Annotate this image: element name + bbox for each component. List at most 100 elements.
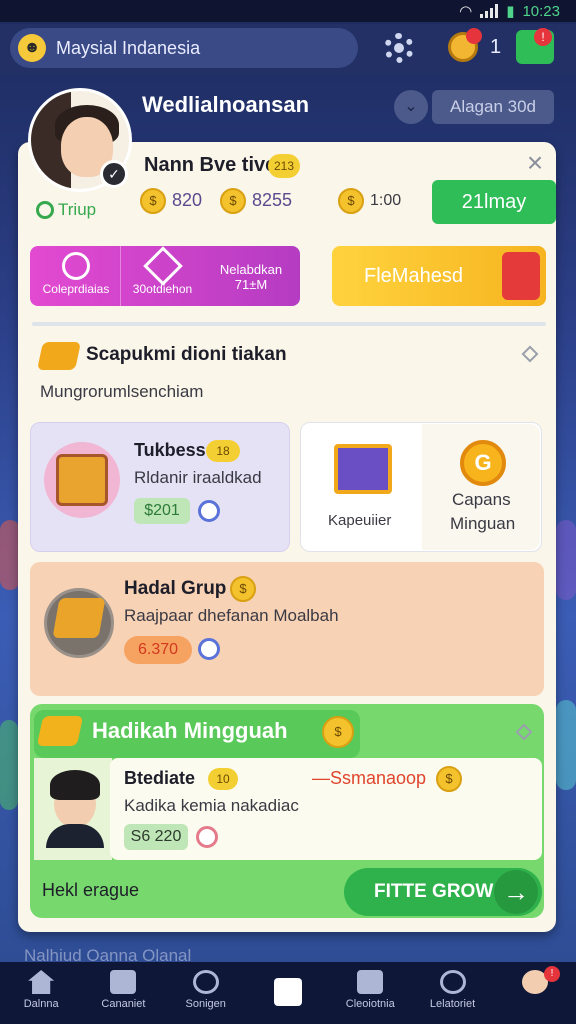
play-icon [273,978,302,1006]
search-bar[interactable]: ☻ Maysial Indanesia [10,28,358,68]
nav-item-settings[interactable]: Lelatoriet [411,962,493,1024]
status-time: 10:23 [522,2,560,20]
home-icon [28,970,55,994]
weekly-reward-title: Hadikah Mingguah [92,718,288,743]
nav-item-profile[interactable]: ! [494,962,576,1024]
period-chip[interactable]: Alagan 30d [432,90,554,124]
gift-badge: ! [534,28,552,46]
search-title: Maysial Indanesia [56,37,201,58]
nav-badge: ! [543,966,560,982]
alert-icon [502,252,540,300]
pink-right-line1: Nelabdkan [219,262,283,277]
stat-value-3: 1:00 [370,192,402,209]
card-c-value: 6.370 [124,636,192,664]
weekly-item-title: Btediate [124,768,196,788]
card-a-badge: 18 [206,440,240,462]
pink-seg-mid[interactable]: 30otdiehon [120,246,204,306]
card-b-left-label: Kapeuiier [328,512,392,529]
coin-icon: $ [322,716,354,748]
person-suit [46,824,104,848]
pink-left-label: Coleprdiaias [42,282,110,296]
shield-icon [198,500,220,522]
status-label: Triup [58,200,97,219]
background-tile [556,700,576,790]
nav-item-book[interactable]: Cleoiotnia [329,962,411,1024]
close-icon[interactable]: × [522,149,548,177]
cta-label: FITTE GROW [374,881,494,902]
pink-action-button[interactable]: Coleprdiaias 30otdiehon Nelabdkan 71±M [30,246,300,306]
shield-icon [196,826,218,848]
gold-bar-icon [52,598,106,638]
username: Wedlialnoansan [142,92,310,117]
wifi-icon: ◠ [459,3,473,20]
card-a-value: $201 [134,498,190,524]
card-a-subtitle: Rldanir iraaldkad [134,468,262,487]
status-indicator: Triup [36,200,96,220]
card-b-right-line1: Capans [452,490,511,509]
nav-item-coin[interactable]: Sonigen [165,962,247,1024]
status-bar: ◠ ▮ 10:23 [0,0,576,22]
signal-icon [480,4,499,18]
clock-icon [62,252,90,280]
card-c-subtitle: Raajpaar dhefanan Moalbah [124,606,339,625]
card-c-title: Hadal Grup [124,578,227,599]
stat-value-2: 8255 [252,190,293,210]
background-tile [556,520,576,600]
settings-icon [439,970,466,994]
coin-icon: $ [230,576,256,602]
nav-label: Cleoiotnia [345,998,395,1010]
weekly-footer-label: Hekl erague [42,880,140,900]
background-tile [0,520,20,590]
level-badge: 213 [268,154,300,178]
profile-name: Nann Bve tive [144,154,277,176]
pink-seg-left[interactable]: Coleprdiaias [36,246,116,306]
battery-icon: ▮ [506,3,515,20]
gold-bar-icon [36,716,84,746]
nav-item-calendar[interactable]: Cananiet [82,962,164,1024]
status-ring-icon [36,201,54,219]
coin-icon: $ [338,188,364,214]
person-hair [50,770,100,800]
nav-item-center[interactable] [247,962,329,1024]
weekly-item-subtitle: Kadika kemia nakadiac [124,796,299,815]
shield-icon [198,638,220,660]
settings-gear-icon[interactable] [384,33,414,63]
chest-icon [56,454,108,506]
notification-dot [466,28,482,44]
yellow-action-label: FleMahesd [364,265,463,287]
star-icon [142,246,183,286]
arrow-right-icon[interactable]: → [494,870,538,914]
pink-right-line2: 71±M [234,277,268,292]
background-tile [0,720,18,810]
nav-label: Cananiet [101,998,146,1010]
calendar-icon [110,970,137,994]
coin-outline-icon [192,970,219,994]
nav-label: Dalnna [23,998,59,1010]
nav-item-home[interactable]: Dalnna [0,962,82,1024]
card-b-right-line2: Minguan [450,514,516,533]
top-app-bar: ☻ Maysial Indanesia 1 ! [0,24,576,74]
stat-value-1: 820 [172,190,203,210]
coin-icon: $ [220,188,246,214]
cube-icon [334,444,392,494]
date-pill-button[interactable]: 21lmay [432,180,556,224]
weekly-item-red-text: —Ssmanaoop [312,768,427,788]
smile-icon: ☻ [18,34,46,62]
weekly-item-value: S6 220 [124,824,188,850]
section-subtitle: Mungrorumlsenchiam [40,382,204,401]
divider [32,322,546,326]
pink-seg-right[interactable]: Nelabdkan 71±M [206,246,296,306]
weekly-item-badge: 10 [208,768,238,790]
chevron-down-icon[interactable]: ⌄ [394,90,428,124]
gold-bar-icon [37,342,81,370]
card-a-title: Tukbess [134,440,206,460]
notification-count: 1 [490,36,502,58]
person-avatar [46,770,104,848]
coin-icon: $ [436,766,462,792]
coin-icon: $ [140,188,166,214]
book-icon [357,970,384,994]
verified-check-icon: ✓ [100,160,128,188]
g-coin-icon: G [460,440,506,486]
section-title: Scapukmi dioni tiakan [86,344,287,365]
bottom-nav: Dalnna Cananiet Sonigen Cleoiotnia Lelat… [0,962,576,1024]
